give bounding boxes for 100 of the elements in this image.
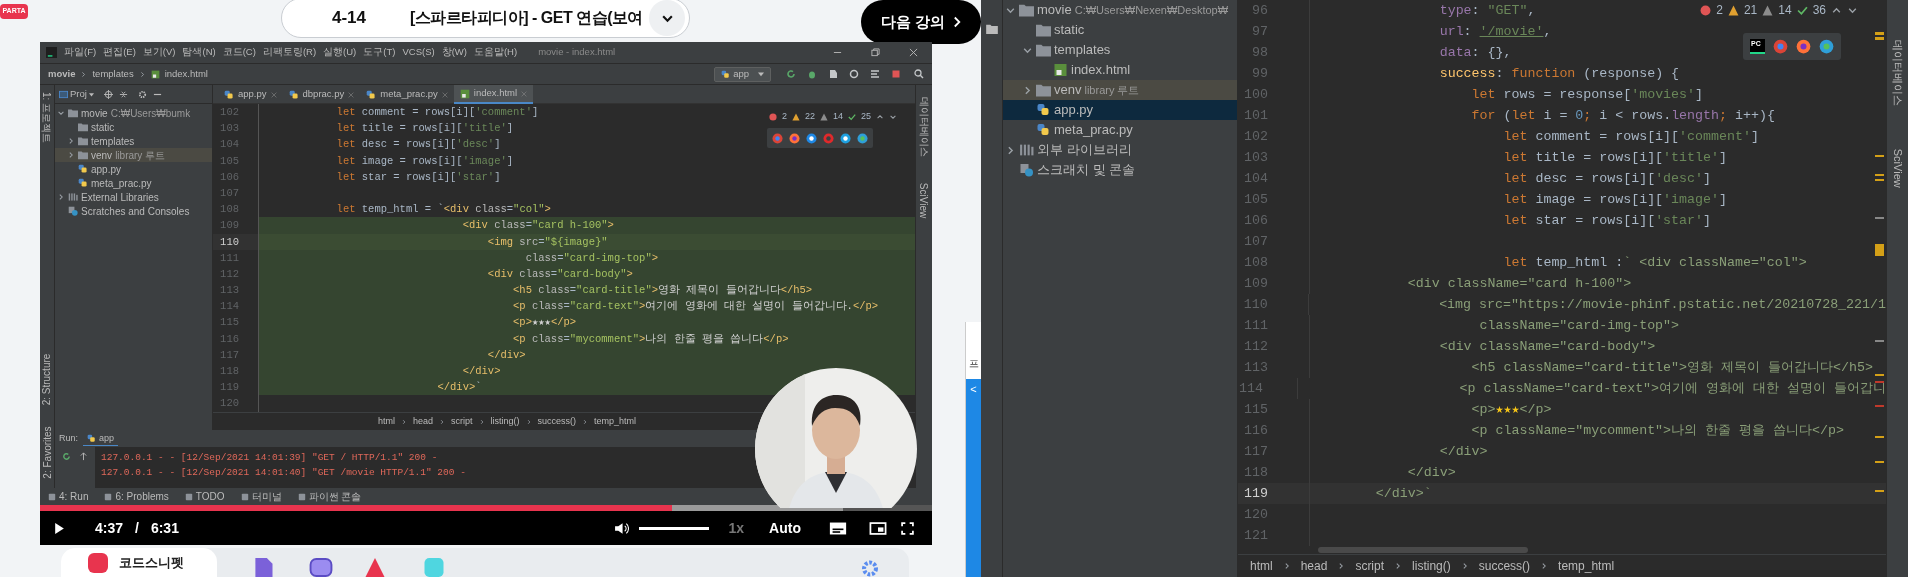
search-icon[interactable] [914, 69, 924, 79]
breadcrumb-item[interactable]: html [378, 414, 395, 429]
tool-window-tab[interactable]: TODO [184, 489, 225, 504]
speed-button[interactable]: 1x [728, 517, 745, 539]
path-item[interactable]: movie [48, 66, 76, 82]
tree-item[interactable]: External Libraries [55, 190, 212, 204]
volume-icon[interactable] [613, 521, 629, 535]
next-lecture-button[interactable]: 다음 강의 [861, 0, 981, 44]
collapse-icon[interactable] [118, 89, 128, 99]
tree-item[interactable]: 스크래치 및 콘솔 [1003, 160, 1237, 180]
tree-item[interactable]: index.html [1003, 60, 1237, 80]
menu-item[interactable]: 탐색(N) [182, 45, 216, 60]
tree-item[interactable]: app.py [1003, 100, 1237, 120]
document-icon[interactable] [253, 558, 273, 577]
path-item[interactable]: index.html [164, 66, 208, 82]
tool-icon [240, 492, 249, 501]
browser-icon[interactable] [806, 132, 817, 144]
debug-icon[interactable] [807, 69, 817, 79]
breadcrumb-item[interactable]: listing() [1412, 557, 1451, 575]
rerun-icon[interactable] [786, 69, 796, 79]
tool-window-tab[interactable]: 파이썬 콘솔 [297, 489, 362, 504]
picture-in-picture-icon[interactable] [869, 521, 887, 535]
project-view-dropdown[interactable]: Proj [59, 86, 94, 102]
tool-window-label[interactable]: 데이터베이스 [1889, 40, 1906, 106]
breadcrumb-item[interactable]: head [1300, 557, 1328, 575]
breadcrumb-item[interactable]: success() [1478, 557, 1531, 575]
tool-window-tab[interactable]: 6: Problems [104, 489, 169, 504]
lecture-selector[interactable]: 4-14 [스파르타피디아] - GET 연습(보여 [280, 0, 691, 38]
stop-icon[interactable] [891, 69, 901, 79]
restore-icon[interactable] [871, 48, 880, 57]
scratch-console-icon [68, 206, 78, 216]
menu-item[interactable]: 파일(F) [64, 45, 97, 60]
volume-slider[interactable] [638, 526, 709, 530]
menu-item[interactable]: 편집(E) [103, 45, 136, 60]
menu-item[interactable]: 코드(C) [222, 45, 256, 60]
editor-tab[interactable]: meta_prac.py [360, 85, 454, 104]
breadcrumb-item[interactable]: script [1355, 557, 1385, 575]
breadcrumb-item[interactable]: temp_html [1558, 557, 1615, 575]
breadcrumb-item[interactable]: success() [537, 414, 577, 429]
tree-item[interactable]: movie C:₩Users₩Nexen₩Desktop₩ [1003, 0, 1237, 20]
build-icon[interactable] [870, 69, 880, 79]
play-icon[interactable] [54, 521, 65, 535]
tree-item[interactable]: venv library 루트 [1003, 80, 1237, 100]
browser-icon[interactable] [840, 132, 851, 144]
scrollbar-thumb[interactable] [1318, 547, 1528, 553]
settings-icon[interactable] [137, 89, 147, 99]
profile-icon[interactable] [849, 69, 859, 79]
breadcrumb-item[interactable]: head [413, 414, 434, 429]
gear-icon[interactable] [861, 560, 879, 577]
tool-window-label[interactable]: SciView [1889, 148, 1906, 188]
warning-icon[interactable] [365, 558, 385, 577]
menu-item[interactable]: 실행(U) [323, 45, 357, 60]
menu-item[interactable]: 도움말(H) [473, 45, 518, 60]
browser-icon[interactable] [857, 132, 868, 144]
tool-window-label[interactable]: 데이터베이스 [916, 96, 932, 156]
path-item[interactable]: templates [92, 66, 134, 82]
fullscreen-icon[interactable] [901, 521, 914, 535]
up-arrow-icon[interactable] [79, 452, 88, 461]
tree-item[interactable]: meta_prac.py [1003, 120, 1237, 140]
tool-window-label[interactable]: 2: Structure [40, 353, 55, 406]
chat-icon[interactable] [309, 558, 333, 577]
breadcrumb-item[interactable]: script [451, 414, 473, 429]
tree-item[interactable]: templates [1003, 40, 1237, 60]
editor-tab[interactable]: app.py [218, 85, 283, 104]
tool-window-label[interactable]: SciView [916, 182, 932, 218]
tree-item[interactable]: app.py [55, 162, 212, 176]
folder-icon[interactable] [985, 24, 998, 34]
menu-item[interactable]: 보기(V) [142, 45, 176, 60]
locate-icon[interactable] [103, 89, 113, 99]
subtitles-icon[interactable] [829, 521, 847, 535]
editor-tab[interactable]: index.html [453, 85, 534, 104]
run-config-dropdown[interactable]: app [714, 66, 771, 82]
quality-button[interactable]: Auto [769, 517, 801, 539]
menu-item[interactable]: 창(W) [441, 45, 467, 60]
breadcrumb-item[interactable]: temp_html [594, 414, 637, 429]
snippet-card[interactable]: 코드스니펫 [61, 548, 217, 577]
rerun-icon[interactable] [62, 452, 71, 461]
menu-item[interactable]: VCS(S) [402, 45, 435, 60]
tool-window-tab[interactable]: 터미널 [240, 489, 282, 504]
tree-item[interactable]: static [55, 120, 212, 134]
breadcrumb-item[interactable]: html [1250, 557, 1273, 575]
breadcrumb-item[interactable]: listing() [490, 414, 520, 429]
tool-window-tab[interactable]: 4: Run [48, 489, 89, 504]
tree-item[interactable]: 외부 라이브러리 [1003, 140, 1237, 160]
close-icon[interactable] [909, 48, 918, 57]
tool-window-label[interactable]: 1: 프로젝트 [40, 91, 55, 143]
menu-item[interactable]: 리팩토링(R) [262, 45, 317, 60]
menu-item[interactable]: 도구(T) [363, 45, 396, 60]
tree-item[interactable]: venv library 루트 [55, 148, 212, 162]
tree-item[interactable]: templates [55, 134, 212, 148]
coverage-icon[interactable] [828, 69, 838, 79]
run-tab[interactable]: app [83, 431, 119, 447]
tree-item[interactable]: meta_prac.py [55, 176, 212, 190]
chevron-down-icon[interactable] [57, 109, 65, 117]
editor-tab[interactable]: dbprac.py [282, 85, 361, 104]
browser-icon[interactable] [1819, 39, 1834, 54]
tool-window-label[interactable]: 2: Favorites [40, 426, 55, 479]
tree-item[interactable]: static [1003, 20, 1237, 40]
tree-item[interactable]: movie C:₩Users₩bumk [55, 106, 212, 120]
tree-item[interactable]: Scratches and Consoles [55, 204, 212, 218]
